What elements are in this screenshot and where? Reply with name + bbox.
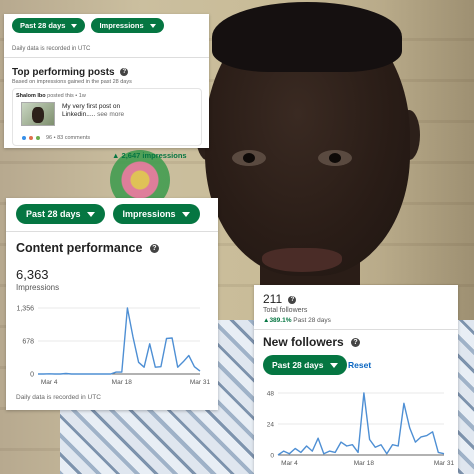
followers-growth: ▲389.1% Past 28 days [263,317,331,324]
followers-card: 211 ? Total followers ▲389.1% Past 28 da… [254,285,458,474]
left-eye [232,150,266,166]
impressions-chart[interactable]: 0 678 1,356 Mar 4 Mar 18 Mar 31 [6,296,218,392]
section-title: New followers ? [263,335,361,349]
period-dropdown[interactable]: Past 28 days [16,204,105,224]
post-meta-text: posted this • 1w [47,93,86,99]
post-impressions-value: 2,647 impressions [121,151,187,160]
x-tick-label: Mar 31 [434,460,455,467]
see-more-link[interactable]: see more [97,111,124,118]
post-impressions: ▲ 2,647 impressions [112,151,187,160]
x-tick-label: Mar 31 [190,379,211,386]
post-thumbnail[interactable] [21,102,55,126]
x-tick-label: Mar 18 [112,379,133,386]
chevron-down-icon [86,211,95,217]
question-icon[interactable]: ? [120,68,129,77]
mouth [262,248,342,272]
hair [212,2,402,72]
period-dropdown-label: Past 28 days [26,209,81,219]
utc-note: Daily data is recorded in UTC [16,394,101,401]
post-author[interactable]: Shalom Ibo [16,93,46,99]
love-icon [28,135,34,141]
divider [4,57,209,58]
post-reactions[interactable]: 96 • 83 comments [21,135,90,141]
divider [254,329,458,330]
post-meta: Shalom Ibo posted this • 1w [16,93,86,99]
x-tick-label: Mar 4 [41,379,58,386]
like-icon [21,135,27,141]
y-tick-label: 48 [267,391,275,398]
section-subtitle: Based on impressions gained in the past … [12,79,132,85]
period-dropdown[interactable]: Past 28 days [12,18,86,33]
divider [6,231,218,232]
y-tick-label: 678 [22,339,34,346]
total-followers-value: 211 [263,292,283,306]
chevron-down-icon [329,362,338,368]
x-tick-label: Mar 4 [281,460,298,467]
section-title: Content performance ? [16,241,159,255]
impressions-label: Impressions [16,283,60,292]
total-followers: 211 ? [263,292,297,306]
question-icon[interactable]: ? [351,338,361,348]
impressions-total: 6,363 [16,267,49,282]
reactions-count: 96 • 83 comments [46,135,91,141]
y-tick-label: 0 [30,372,34,379]
top-posts-card: Past 28 days Impressions Daily data is r… [4,14,209,160]
posts-filters: Past 28 days Impressions [12,18,164,33]
section-title: Top performing posts ? [12,67,129,78]
y-tick-label: 1,356 [16,306,34,313]
section-title-text: Top performing posts [12,67,115,78]
chevron-down-icon [149,23,156,28]
question-icon[interactable]: ? [149,244,159,254]
reset-button[interactable]: Reset [348,360,371,370]
y-tick-label: 0 [270,453,274,460]
period-dropdown-label: Past 28 days [272,360,324,370]
total-followers-label: Total followers [263,307,308,314]
period-dropdown[interactable]: Past 28 days [263,355,347,375]
metric-dropdown-label: Impressions [122,209,176,219]
chevron-down-icon [71,23,78,28]
question-icon[interactable]: ? [288,295,297,304]
period-dropdown-label: Past 28 days [20,21,66,30]
new-followers-chart[interactable]: 0 24 48 Mar 4 Mar 18 Mar 31 [254,383,458,469]
celebrate-icon [35,135,41,141]
growth-period: Past 28 days [293,317,331,324]
section-title-text: Content performance [16,241,143,255]
content-filters: Past 28 days Impressions [16,204,200,224]
metric-dropdown-label: Impressions [99,21,144,30]
utc-note: Daily data is recorded in UTC [12,46,91,52]
growth-value: 389.1% [269,317,292,324]
y-tick-label: 24 [267,422,275,429]
chevron-down-icon [181,211,190,217]
x-tick-label: Mar 18 [354,460,375,467]
content-performance-card: Past 28 days Impressions Content perform… [6,198,218,410]
post-text: My very first post on Linkedin..... see … [62,103,142,119]
metric-dropdown[interactable]: Impressions [91,18,164,33]
right-eye [318,150,352,166]
arrow-up-icon: ▲ [112,151,120,160]
section-title-text: New followers [263,335,344,349]
metric-dropdown[interactable]: Impressions [112,204,200,224]
